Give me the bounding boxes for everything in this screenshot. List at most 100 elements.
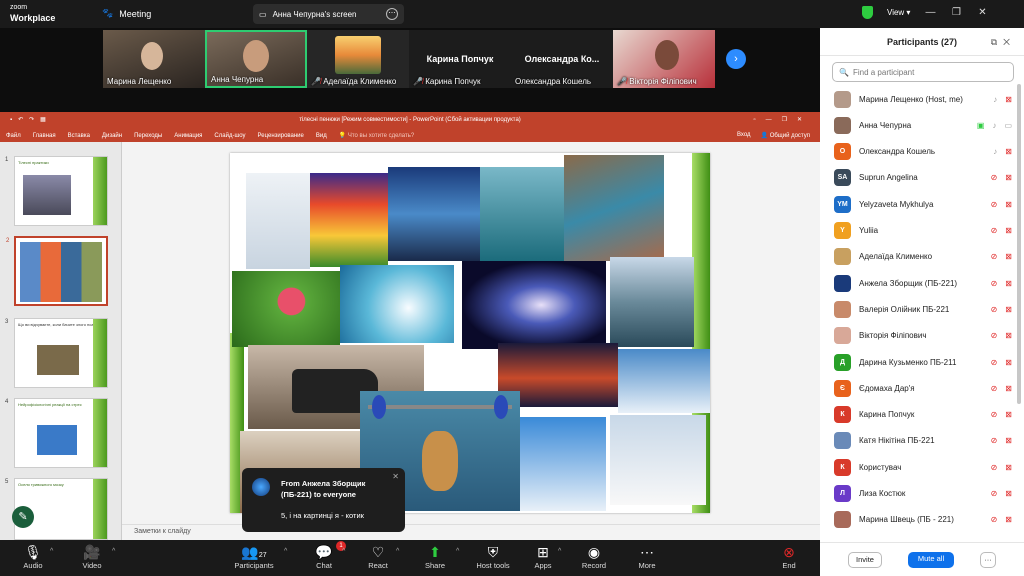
ppt-tab-file[interactable]: Файл — [6, 133, 21, 139]
apps-button[interactable]: ⊞ Apps — [530, 543, 556, 570]
video-tile[interactable]: Карина Попчук 🎤̸ Карина Попчук — [409, 30, 511, 88]
chat-button[interactable]: 💬 1 Chat — [310, 541, 346, 570]
video-button[interactable]: 🎥 Video — [78, 543, 106, 570]
mic-off-icon[interactable]: ⊘ — [991, 173, 998, 182]
invite-button[interactable]: Invite — [848, 552, 882, 568]
video-off-icon[interactable]: ⊠ — [1005, 252, 1012, 261]
close-icon[interactable]: ✕ — [1003, 37, 1016, 47]
mic-off-icon[interactable]: ⊘ — [991, 436, 998, 445]
ppt-tab-slideshow[interactable]: Слайд-шоу — [214, 133, 245, 139]
participants-options-caret[interactable]: ^ — [284, 548, 287, 555]
restore-icon[interactable]: ❐ — [950, 7, 962, 18]
participant-row[interactable]: Аделаїда Клименко ⊘ ⊠ — [820, 244, 1016, 270]
video-off-icon[interactable]: ⊠ — [1005, 410, 1012, 419]
video-off-icon[interactable]: ⊠ — [1005, 95, 1012, 104]
ppt-window-controls[interactable]: ▫—❐✕ — [753, 112, 812, 129]
react-options-caret[interactable]: ^ — [396, 548, 399, 555]
ppt-tab-home[interactable]: Главная — [33, 133, 56, 139]
meeting-menu[interactable]: 🐾 Meeting — [102, 8, 151, 19]
video-options-caret[interactable]: ^ — [112, 548, 115, 555]
participant-row[interactable]: Валерія Олійник ПБ-221 ⊘ ⊠ — [820, 296, 1016, 322]
ppt-tab-review[interactable]: Рецензирование — [258, 133, 304, 139]
chat-notification[interactable]: From Анжела Зборщик (ПБ-221) to everyone… — [242, 468, 405, 532]
mic-icon[interactable]: ♪ — [993, 147, 997, 156]
annotate-pen-icon[interactable]: ✎ — [12, 506, 34, 528]
more-button[interactable]: ⋯ More — [634, 543, 660, 570]
apps-options-caret[interactable]: ^ — [558, 548, 561, 555]
slide-thumbnail-selected[interactable]: 2 — [6, 236, 108, 306]
mic-off-icon[interactable]: ⊘ — [991, 200, 998, 209]
video-off-icon[interactable]: ⊠ — [1005, 384, 1012, 393]
close-icon[interactable]: ✕ — [976, 7, 988, 18]
participant-row[interactable]: Марина Лещенко (Host, me) ♪ ⊠ — [820, 86, 1016, 112]
mic-off-icon[interactable]: ⊘ — [991, 515, 998, 524]
react-button[interactable]: ♡ React — [364, 543, 392, 570]
share-button[interactable]: ⬆ Share — [420, 543, 450, 570]
mic-off-icon[interactable]: ⊘ — [991, 331, 998, 340]
participant-row[interactable]: YM Yelyzaveta Mykhulya ⊘ ⊠ — [820, 191, 1016, 217]
participant-row[interactable]: SA Suprun Angelina ⊘ ⊠ — [820, 165, 1016, 191]
mic-off-icon[interactable]: ⊘ — [991, 279, 998, 288]
video-off-icon[interactable]: ⊠ — [1005, 489, 1012, 498]
minimize-icon[interactable]: — — [924, 7, 936, 18]
ppt-tab-animation[interactable]: Анимация — [174, 133, 202, 139]
video-tile[interactable]: 🎤̸ Аделаїда Клименко — [307, 30, 409, 88]
participant-row[interactable]: Катя Нікітіна ПБ-221 ⊘ ⊠ — [820, 428, 1016, 454]
end-meeting-button[interactable]: ⊗ End — [776, 543, 802, 570]
video-tile[interactable]: 🎤̸ Вікторія Філіпович — [613, 30, 715, 88]
screen-share-pill[interactable]: ▭ Анна Чепурна's screen ⋯ — [253, 4, 404, 24]
mic-off-icon[interactable]: ⊘ — [991, 384, 998, 393]
video-off-icon[interactable]: ⊠ — [1005, 358, 1012, 367]
ppt-tab-insert[interactable]: Вставка — [68, 133, 90, 139]
audio-button[interactable]: 🎙 Audio — [20, 543, 46, 570]
shield-icon[interactable] — [862, 6, 873, 19]
chat-options-caret[interactable]: ^ — [342, 548, 345, 555]
video-on-icon[interactable]: ▭ — [1004, 121, 1012, 130]
more-options-icon[interactable]: ⋯ — [386, 8, 398, 20]
participant-row[interactable]: Л Лиза Костюк ⊘ ⊠ — [820, 481, 1016, 507]
ppt-share-button[interactable]: 👤 Общий доступ — [761, 132, 810, 139]
mic-off-icon[interactable]: ⊘ — [991, 463, 998, 472]
video-off-icon[interactable]: ⊠ — [1005, 463, 1012, 472]
participant-row[interactable]: О Олександра Кошель ♪ ⊠ — [820, 139, 1016, 165]
participant-search-input[interactable]: 🔍 Find a participant — [832, 62, 1014, 82]
mic-icon[interactable]: ♪ — [993, 95, 997, 104]
video-tile[interactable]: Марина Лещенко — [103, 30, 205, 88]
next-page-arrow-icon[interactable]: › — [726, 49, 746, 69]
video-tile[interactable]: Олександра Ко... Олександра Кошель — [511, 30, 613, 88]
participant-row[interactable]: Д Дарина Кузьменко ПБ-211 ⊘ ⊠ — [820, 349, 1016, 375]
participant-list-scrollbar[interactable] — [1017, 84, 1021, 404]
slide-thumbnail[interactable]: 4 Нейрофізіологічні реакції на стрес — [5, 398, 108, 468]
slide-notes-bar[interactable]: Заметки к слайду — [122, 524, 820, 540]
ppt-tab-transitions[interactable]: Переходы — [134, 133, 162, 139]
slide-thumbnail[interactable]: 3 Що ви відчуваєте, коли бачите злого пс… — [5, 318, 108, 388]
video-off-icon[interactable]: ⊠ — [1005, 331, 1012, 340]
mute-all-button[interactable]: Mute all — [908, 552, 954, 568]
ppt-tab-design[interactable]: Дизайн — [102, 133, 122, 139]
mic-off-icon[interactable]: ⊘ — [991, 226, 998, 235]
video-off-icon[interactable]: ⊠ — [1005, 436, 1012, 445]
participant-row[interactable]: Є Єдомаха Дар'я ⊘ ⊠ — [820, 375, 1016, 401]
participant-row[interactable]: Y Yuliia ⊘ ⊠ — [820, 218, 1016, 244]
video-off-icon[interactable]: ⊠ — [1005, 279, 1012, 288]
mic-off-icon[interactable]: ⊘ — [991, 410, 998, 419]
video-tile-active-speaker[interactable]: Анна Чепурна — [205, 30, 307, 88]
video-off-icon[interactable]: ⊠ — [1005, 200, 1012, 209]
participant-row[interactable]: Анна Чепурна ▣ ♪ ▭ — [820, 112, 1016, 138]
participant-row[interactable]: Вікторія Філіпович ⊘ ⊠ — [820, 323, 1016, 349]
pop-out-icon[interactable]: ⧉ — [991, 37, 1003, 47]
video-off-icon[interactable]: ⊠ — [1005, 515, 1012, 524]
view-button[interactable]: View ▾ — [887, 8, 910, 17]
ppt-login-link[interactable]: Вход — [737, 132, 751, 139]
participant-row[interactable]: Анжела Зборщик (ПБ-221) ⊘ ⊠ — [820, 270, 1016, 296]
current-slide[interactable] — [230, 153, 710, 513]
share-options-caret[interactable]: ^ — [456, 548, 459, 555]
video-off-icon[interactable]: ⊠ — [1005, 226, 1012, 235]
audio-options-caret[interactable]: ^ — [50, 548, 53, 555]
quick-access-icons[interactable]: ▪↶↷▦ — [10, 112, 52, 129]
mic-icon[interactable]: ♪ — [992, 121, 996, 130]
mic-off-icon[interactable]: ⊘ — [991, 252, 998, 261]
participants-button[interactable]: 👥27 Participants — [232, 543, 276, 570]
ppt-search[interactable]: 💡 Что вы хотите сделать? — [339, 132, 414, 139]
participant-row[interactable]: К Користувач ⊘ ⊠ — [820, 454, 1016, 480]
